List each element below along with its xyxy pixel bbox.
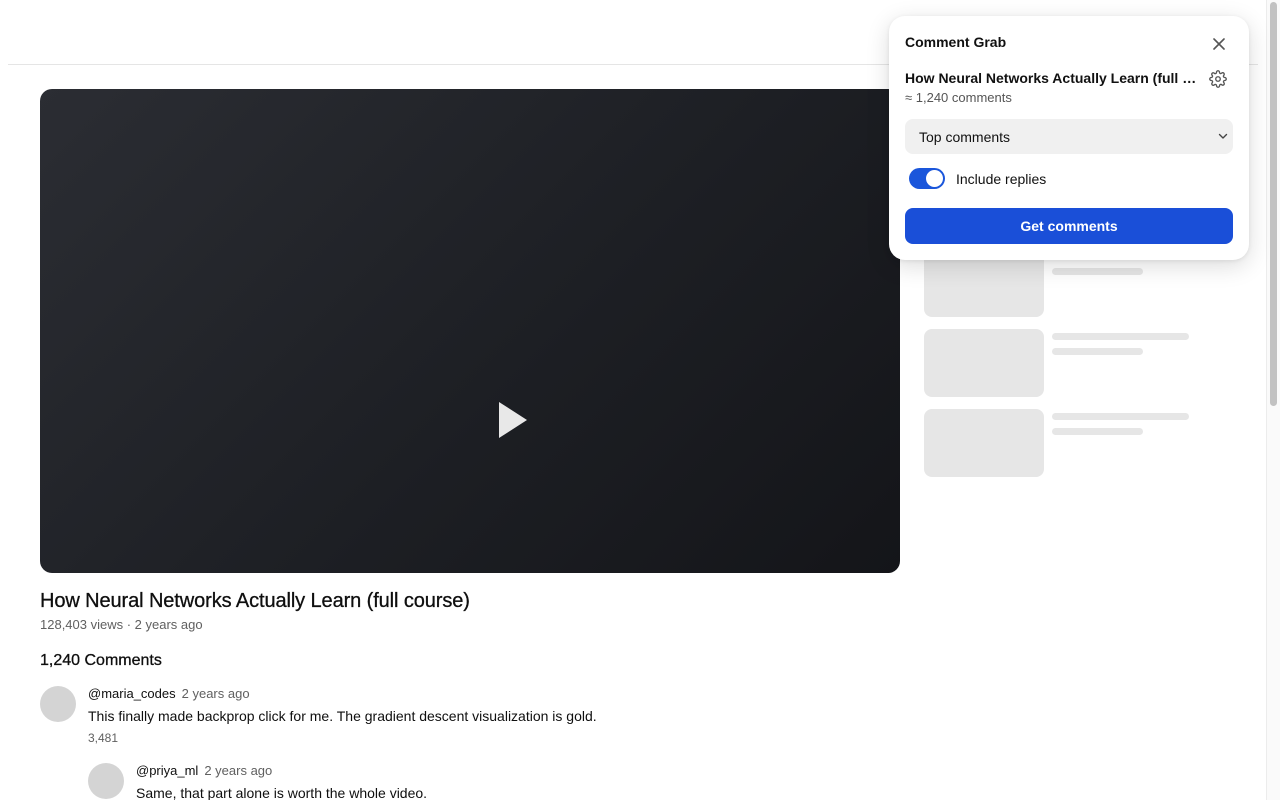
reply-time[interactable]: 2 years ago — [204, 763, 272, 778]
include-replies-label[interactable]: Include replies — [956, 171, 1046, 187]
chevron-down-icon — [1218, 133, 1228, 139]
scrollbar-thumb[interactable] — [1270, 2, 1277, 406]
avatar[interactable] — [88, 763, 124, 799]
toggle-knob — [926, 170, 943, 187]
settings-button[interactable] — [1207, 68, 1229, 90]
get-comments-button[interactable]: Get comments — [905, 208, 1233, 244]
popup-title: Comment Grab — [905, 34, 1007, 50]
meta-placeholder — [1052, 348, 1143, 355]
meta-placeholder — [1052, 428, 1143, 435]
include-replies-toggle[interactable] — [909, 168, 945, 189]
sort-select-value: Top comments — [919, 129, 1011, 145]
title-placeholder — [1052, 333, 1189, 340]
like-count: 3,481 — [88, 731, 119, 745]
recommended-video-placeholder[interactable] — [924, 329, 1244, 397]
thumbnail-placeholder — [924, 409, 1044, 477]
comment-count: ≈ 1,240 comments — [905, 90, 1012, 105]
comment-author[interactable]: @maria_codes — [88, 686, 176, 701]
comments-heading: 1,240 Comments — [40, 652, 162, 669]
title-placeholder — [1052, 413, 1189, 420]
play-icon[interactable] — [498, 401, 528, 439]
meta-placeholder — [1052, 268, 1143, 275]
comment-grab-popup: Comment Grab How Neural Networks Actuall… — [889, 16, 1249, 260]
video-title: How Neural Networks Actually Learn (full… — [40, 590, 470, 612]
reply-text: Same, that part alone is worth the whole… — [136, 785, 428, 800]
close-button[interactable] — [1207, 32, 1231, 56]
avatar[interactable] — [40, 686, 76, 722]
recommended-video-placeholder[interactable] — [924, 409, 1244, 477]
close-icon[interactable] — [1213, 38, 1225, 50]
comment-text: This finally made backprop click for me.… — [88, 708, 597, 724]
comment-time[interactable]: 2 years ago — [182, 686, 250, 701]
thumbnail-placeholder — [924, 329, 1044, 397]
video-meta: 128,403 views · 2 years ago — [40, 617, 203, 632]
video-player[interactable] — [40, 89, 900, 573]
reply-author[interactable]: @priya_ml — [136, 763, 198, 778]
page-scrollbar[interactable] — [1266, 0, 1280, 800]
popup-video-name: How Neural Networks Actually Learn (full… — [905, 70, 1201, 86]
gear-icon[interactable] — [1209, 70, 1227, 88]
sort-select[interactable]: Top comments — [905, 119, 1233, 154]
